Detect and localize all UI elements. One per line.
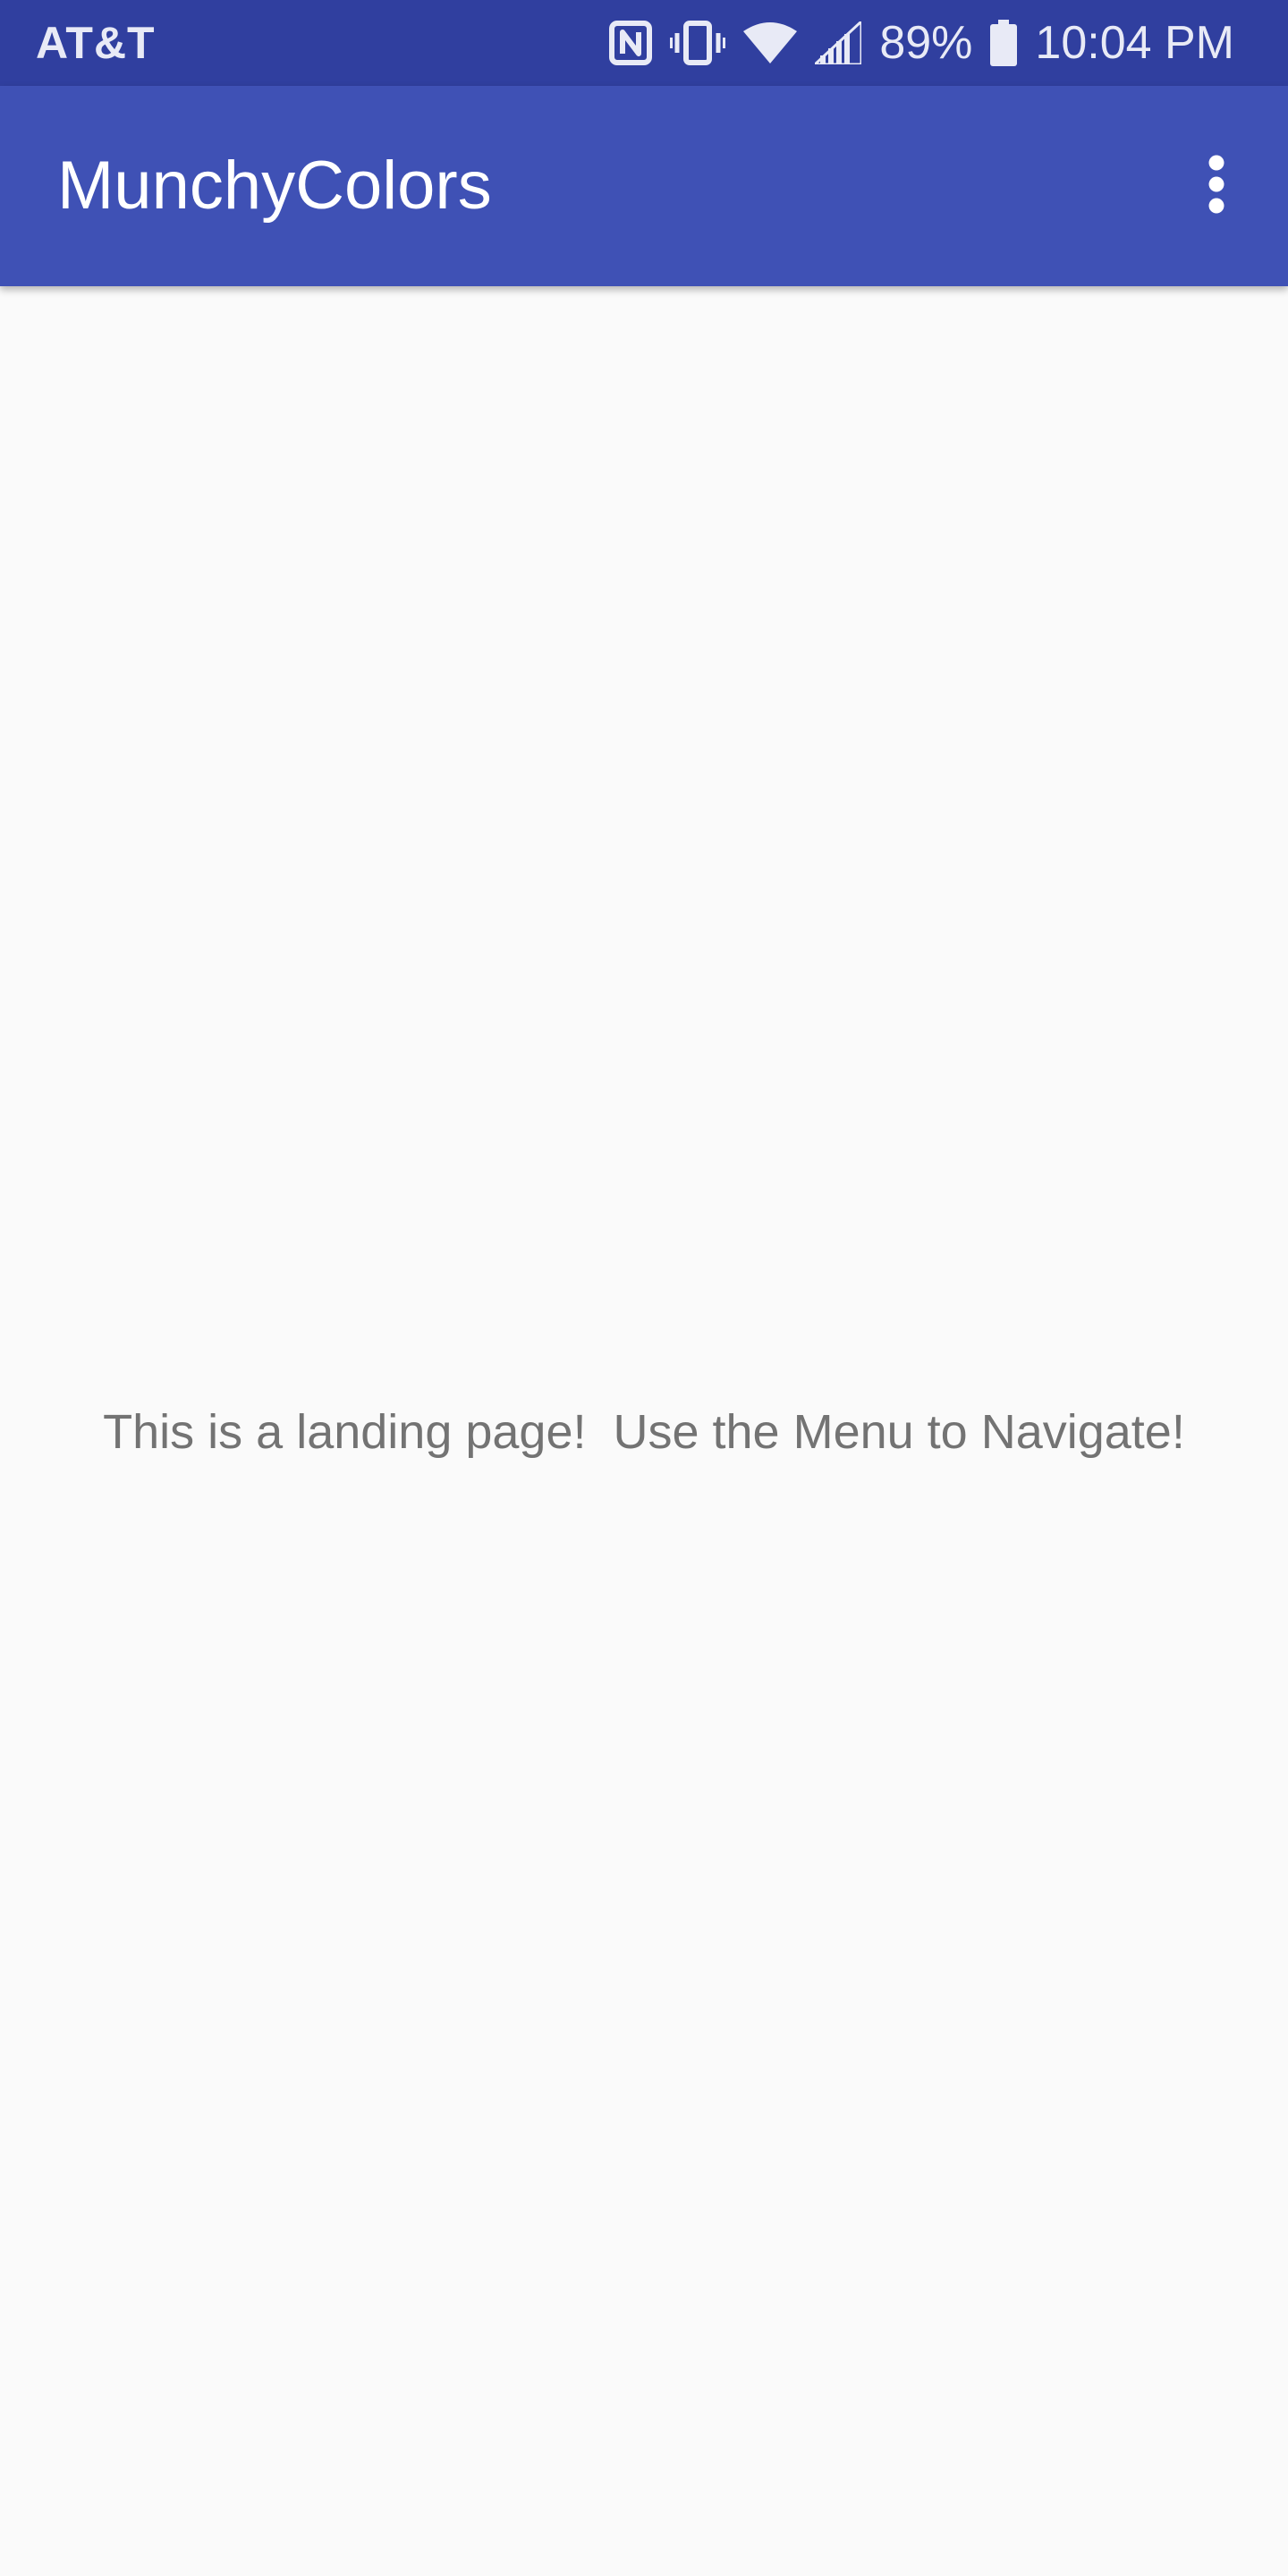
app-bar: MunchyColors xyxy=(0,86,1288,286)
app-title: MunchyColors xyxy=(57,148,492,224)
more-vert-icon xyxy=(1207,155,1226,218)
battery-percent: 89% xyxy=(879,17,973,69)
carrier-label: AT&T xyxy=(36,18,156,68)
overflow-menu-button[interactable] xyxy=(1166,136,1267,236)
status-bar: AT&T 89% 10:04 PM xyxy=(0,0,1288,86)
signal-icon xyxy=(815,0,862,86)
nfc-icon xyxy=(609,0,653,86)
status-icons: 89% 10:04 PM xyxy=(609,0,1234,86)
wifi-icon xyxy=(743,0,798,86)
landing-message: This is a landing page! Use the Menu to … xyxy=(103,1405,1185,1459)
clock: 10:04 PM xyxy=(1035,17,1234,69)
battery-icon xyxy=(990,0,1018,86)
main-content: This is a landing page! Use the Menu to … xyxy=(0,286,1288,2576)
vibrate-icon xyxy=(670,0,726,86)
